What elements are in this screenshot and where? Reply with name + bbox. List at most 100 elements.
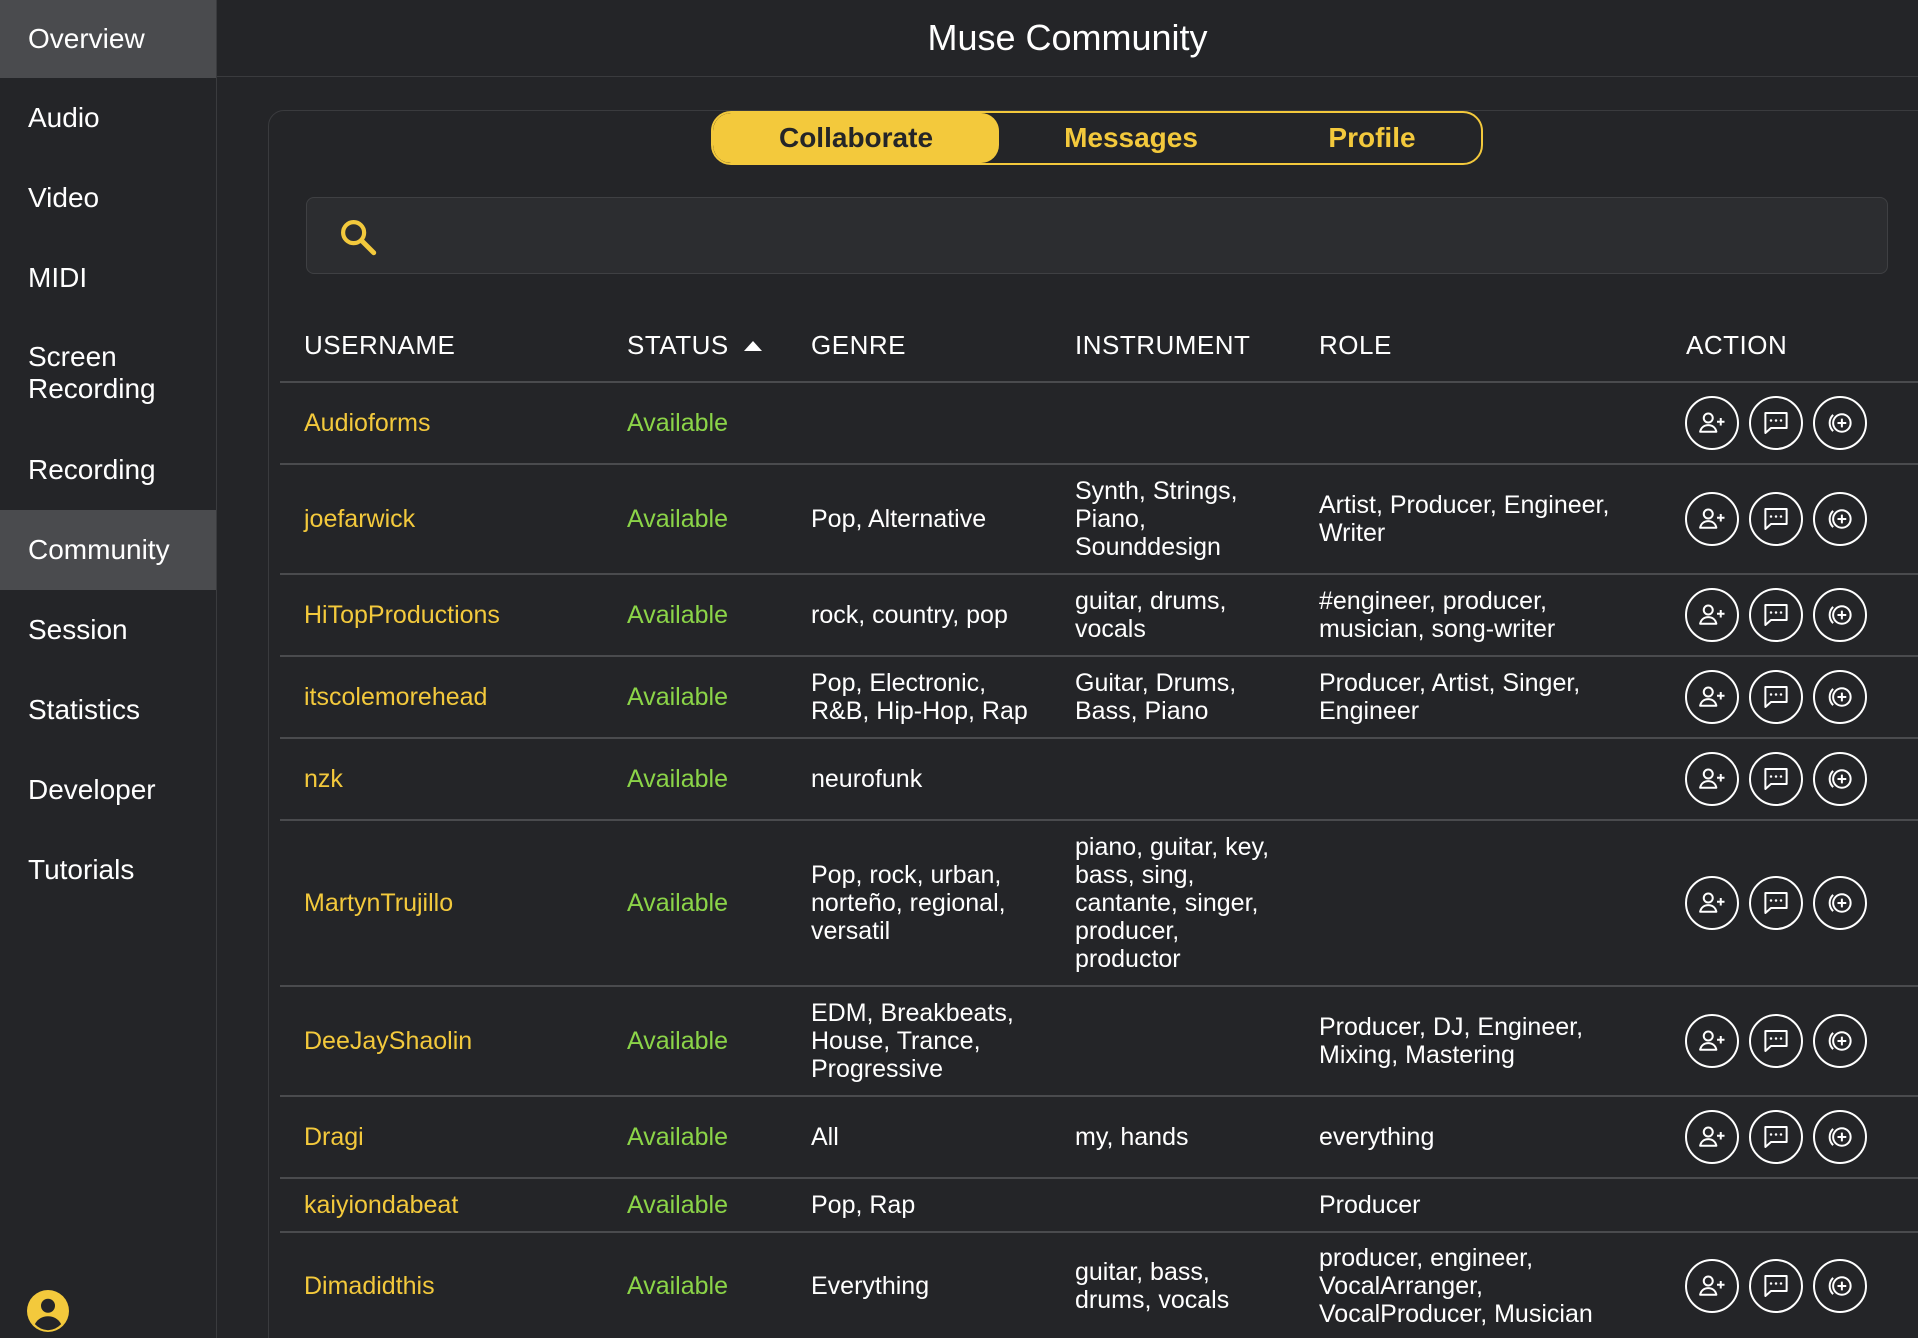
username-cell[interactable]: Audioforms bbox=[304, 383, 604, 463]
tab-messages[interactable]: Messages bbox=[999, 113, 1263, 163]
collaborate-button[interactable] bbox=[1813, 1014, 1867, 1068]
username-cell[interactable]: DeeJayShaolin bbox=[304, 987, 604, 1095]
table-row: HiTopProductions Available rock, country, … bbox=[280, 575, 1918, 657]
instrument-cell: guitar, drums, vocals bbox=[1075, 587, 1227, 643]
message-button[interactable] bbox=[1749, 752, 1803, 806]
instrument-cell bbox=[1075, 739, 1305, 819]
add-user-button[interactable] bbox=[1685, 1110, 1739, 1164]
collaborate-icon bbox=[1828, 769, 1852, 789]
add-user-button[interactable] bbox=[1685, 876, 1739, 930]
add-user-button[interactable] bbox=[1685, 396, 1739, 450]
add-user-icon bbox=[1699, 686, 1725, 707]
username-cell[interactable]: itscolemorehead bbox=[304, 657, 604, 737]
sidebar-item-midi[interactable]: MIDI bbox=[0, 238, 216, 318]
collaborate-button[interactable] bbox=[1813, 1259, 1867, 1313]
genre-cell bbox=[811, 383, 1061, 463]
role-cell: Producer, DJ, Engineer, Mixing, Masterin… bbox=[1319, 1013, 1584, 1069]
table-row: Audioforms Available bbox=[280, 383, 1918, 465]
collaborate-button[interactable] bbox=[1813, 752, 1867, 806]
role-cell bbox=[1319, 821, 1649, 985]
add-user-button[interactable] bbox=[1685, 1014, 1739, 1068]
sidebar-item-overview[interactable]: Overview bbox=[0, 0, 216, 78]
message-icon bbox=[1764, 1030, 1788, 1052]
genre-cell: Everything bbox=[811, 1272, 930, 1300]
username-cell[interactable]: Dimadidthis bbox=[304, 1233, 604, 1338]
sidebar-item-tutorials[interactable]: Tutorials bbox=[0, 830, 216, 910]
status-cell: Available bbox=[627, 1272, 729, 1300]
tab-profile[interactable]: Profile bbox=[1263, 113, 1481, 163]
collaborate-button[interactable] bbox=[1813, 396, 1867, 450]
username-cell[interactable]: Dragi bbox=[304, 1097, 604, 1177]
account-circle-icon[interactable] bbox=[27, 1290, 69, 1332]
tab-collaborate[interactable]: Collaborate bbox=[713, 113, 999, 163]
status-cell: Available bbox=[627, 889, 729, 917]
instrument-cell: Guitar, Drums, Bass, Piano bbox=[1075, 669, 1237, 725]
action-group bbox=[1685, 821, 1867, 985]
collaborate-button[interactable] bbox=[1813, 1110, 1867, 1164]
instrument-cell: piano, guitar, key, bass, sing, cantante… bbox=[1075, 833, 1270, 973]
message-button[interactable] bbox=[1749, 1014, 1803, 1068]
role-cell bbox=[1319, 383, 1649, 463]
column-header-instrument[interactable]: INSTRUMENT bbox=[1075, 330, 1250, 361]
sidebar-item-community[interactable]: Community bbox=[0, 510, 216, 590]
message-button[interactable] bbox=[1749, 670, 1803, 724]
collaborate-button[interactable] bbox=[1813, 492, 1867, 546]
instrument-cell: guitar, bass, drums, vocals bbox=[1075, 1258, 1230, 1314]
sidebar-item-audio[interactable]: Audio bbox=[0, 78, 216, 158]
app-root: Overview Audio Video MIDI Screen Recordi… bbox=[0, 0, 1918, 1338]
header: Muse Community bbox=[217, 0, 1918, 77]
message-icon bbox=[1764, 604, 1788, 626]
role-cell: everything bbox=[1319, 1123, 1435, 1151]
add-user-button[interactable] bbox=[1685, 752, 1739, 806]
column-label: INSTRUMENT bbox=[1075, 330, 1251, 360]
username-cell[interactable]: joefarwick bbox=[304, 465, 604, 573]
table-row: Dragi Available All my, hands everything bbox=[280, 1097, 1918, 1179]
instrument-cell bbox=[1075, 987, 1305, 1095]
add-user-button[interactable] bbox=[1685, 670, 1739, 724]
column-label: ACTION bbox=[1686, 330, 1788, 360]
message-button[interactable] bbox=[1749, 588, 1803, 642]
add-user-button[interactable] bbox=[1685, 492, 1739, 546]
message-button[interactable] bbox=[1749, 876, 1803, 930]
add-user-button[interactable] bbox=[1685, 588, 1739, 642]
message-button[interactable] bbox=[1749, 492, 1803, 546]
sidebar-item-developer[interactable]: Developer bbox=[0, 750, 216, 830]
add-user-icon bbox=[1699, 768, 1725, 789]
collaborate-button[interactable] bbox=[1813, 588, 1867, 642]
role-cell: #engineer, producer, musician, song-writ… bbox=[1319, 587, 1556, 643]
username-cell[interactable]: MartynTrujillo bbox=[304, 821, 604, 985]
column-header-username[interactable]: USERNAME bbox=[304, 330, 455, 361]
column-header-role[interactable]: ROLE bbox=[1319, 330, 1392, 361]
username-cell[interactable]: HiTopProductions bbox=[304, 575, 604, 655]
collaborate-button[interactable] bbox=[1813, 670, 1867, 724]
search-input[interactable] bbox=[397, 208, 1867, 264]
column-header-status[interactable]: STATUS bbox=[627, 330, 763, 361]
table-row: Dimadidthis Available Everything guitar, ba… bbox=[280, 1233, 1918, 1338]
table-row: nzk Available neurofunk bbox=[280, 739, 1918, 821]
add-user-button[interactable] bbox=[1685, 1259, 1739, 1313]
users-table: USERNAME STATUS GENRE INSTRUMENT ROLE AC… bbox=[280, 310, 1918, 1338]
action-group bbox=[1685, 1097, 1867, 1177]
genre-cell: neurofunk bbox=[811, 765, 923, 793]
table-header: USERNAME STATUS GENRE INSTRUMENT ROLE AC… bbox=[280, 310, 1918, 383]
action-group bbox=[1685, 465, 1867, 573]
username-cell[interactable]: kaiyiondabeat bbox=[304, 1179, 604, 1231]
column-header-genre[interactable]: GENRE bbox=[811, 330, 906, 361]
collaborate-button[interactable] bbox=[1813, 876, 1867, 930]
status-cell: Available bbox=[627, 1027, 729, 1055]
message-icon bbox=[1764, 686, 1788, 708]
message-button[interactable] bbox=[1749, 396, 1803, 450]
message-button[interactable] bbox=[1749, 1259, 1803, 1313]
username-cell[interactable]: nzk bbox=[304, 739, 604, 819]
role-cell: Producer, Artist, Singer, Engineer bbox=[1319, 669, 1581, 725]
sidebar-item-recording[interactable]: Recording bbox=[0, 430, 216, 510]
sidebar-item-video[interactable]: Video bbox=[0, 158, 216, 238]
column-label: STATUS bbox=[627, 330, 729, 360]
status-cell: Available bbox=[627, 1191, 729, 1219]
sidebar-item-statistics[interactable]: Statistics bbox=[0, 670, 216, 750]
message-button[interactable] bbox=[1749, 1110, 1803, 1164]
sidebar-item-session[interactable]: Session bbox=[0, 590, 216, 670]
table-row: MartynTrujillo Available Pop, rock, urban,… bbox=[280, 821, 1918, 987]
instrument-cell: my, hands bbox=[1075, 1123, 1189, 1151]
sidebar-item-screen-recording[interactable]: Screen Recording bbox=[0, 330, 216, 416]
